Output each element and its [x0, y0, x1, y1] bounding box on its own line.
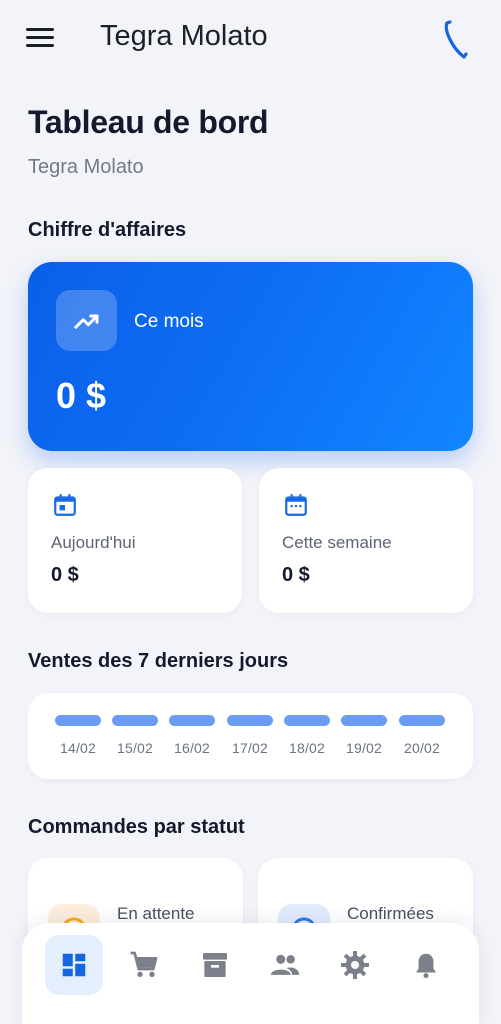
revenue-section-title: Chiffre d'affaires — [28, 219, 187, 241]
bell-icon — [416, 953, 436, 979]
trending-up-icon — [56, 290, 117, 351]
sales-day-3: 17/02 — [226, 715, 274, 756]
bottom-navigation — [22, 923, 479, 1024]
sales-day-label: 14/02 — [59, 740, 97, 756]
sales-chart-card: 14/02 15/02 16/02 17/02 18/02 19/02 20/0… — [28, 693, 473, 779]
week-revenue-card[interactable]: Cette semaine 0 $ — [259, 468, 473, 613]
nav-dashboard[interactable] — [45, 935, 103, 995]
calendar-today-icon — [52, 492, 78, 523]
sales-bar — [284, 715, 330, 726]
phone-icon[interactable] — [440, 20, 470, 60]
sales-day-5: 19/02 — [340, 715, 388, 756]
month-revenue-label: Ce mois — [134, 311, 204, 332]
cart-icon — [130, 951, 158, 977]
month-revenue-card[interactable]: Ce mois 0 $ — [28, 262, 473, 451]
menu-icon[interactable] — [26, 28, 54, 50]
week-revenue-label: Cette semaine — [282, 533, 392, 552]
sales-day-label: 18/02 — [288, 740, 326, 756]
sales-bar — [399, 715, 445, 726]
nav-notifications[interactable] — [397, 935, 455, 995]
sales-bar — [55, 715, 101, 726]
orders-section-title: Commandes par statut — [28, 816, 245, 838]
sales-day-1: 15/02 — [111, 715, 159, 756]
sales-day-label: 17/02 — [231, 740, 269, 756]
sales-bar — [341, 715, 387, 726]
week-revenue-value: 0 $ — [282, 564, 310, 586]
nav-settings[interactable] — [326, 935, 384, 995]
gear-icon — [341, 951, 369, 979]
sales-section-title: Ventes des 7 derniers jours — [28, 650, 289, 672]
sales-day-label: 20/02 — [403, 740, 441, 756]
archive-icon — [203, 953, 227, 977]
sales-day-0: 14/02 — [54, 715, 102, 756]
app-title: Tegra Molato — [100, 20, 268, 52]
today-revenue-card[interactable]: Aujourd'hui 0 $ — [28, 468, 242, 613]
sales-day-label: 16/02 — [173, 740, 211, 756]
page-title: Tableau de bord — [28, 104, 269, 140]
month-revenue-value: 0 $ — [56, 375, 107, 416]
sales-day-2: 16/02 — [168, 715, 216, 756]
nav-customers[interactable] — [256, 935, 314, 995]
confirmed-orders-label: Confirmées — [347, 904, 434, 923]
sales-day-label: 15/02 — [116, 740, 154, 756]
nav-products[interactable] — [186, 935, 244, 995]
sales-day-4: 18/02 — [283, 715, 331, 756]
sales-bar — [112, 715, 158, 726]
today-revenue-value: 0 $ — [51, 564, 79, 586]
sales-bar — [227, 715, 273, 726]
page-subtitle: Tegra Molato — [28, 156, 144, 178]
pending-orders-label: En attente — [117, 904, 195, 923]
people-icon — [270, 954, 300, 975]
app-bar: Tegra Molato — [0, 0, 501, 78]
nav-orders[interactable] — [115, 935, 173, 995]
sales-bar — [169, 715, 215, 726]
today-revenue-label: Aujourd'hui — [51, 533, 136, 552]
sales-day-label: 19/02 — [345, 740, 383, 756]
sales-day-6: 20/02 — [398, 715, 446, 756]
dashboard-icon — [62, 953, 86, 977]
calendar-week-icon — [283, 492, 309, 523]
